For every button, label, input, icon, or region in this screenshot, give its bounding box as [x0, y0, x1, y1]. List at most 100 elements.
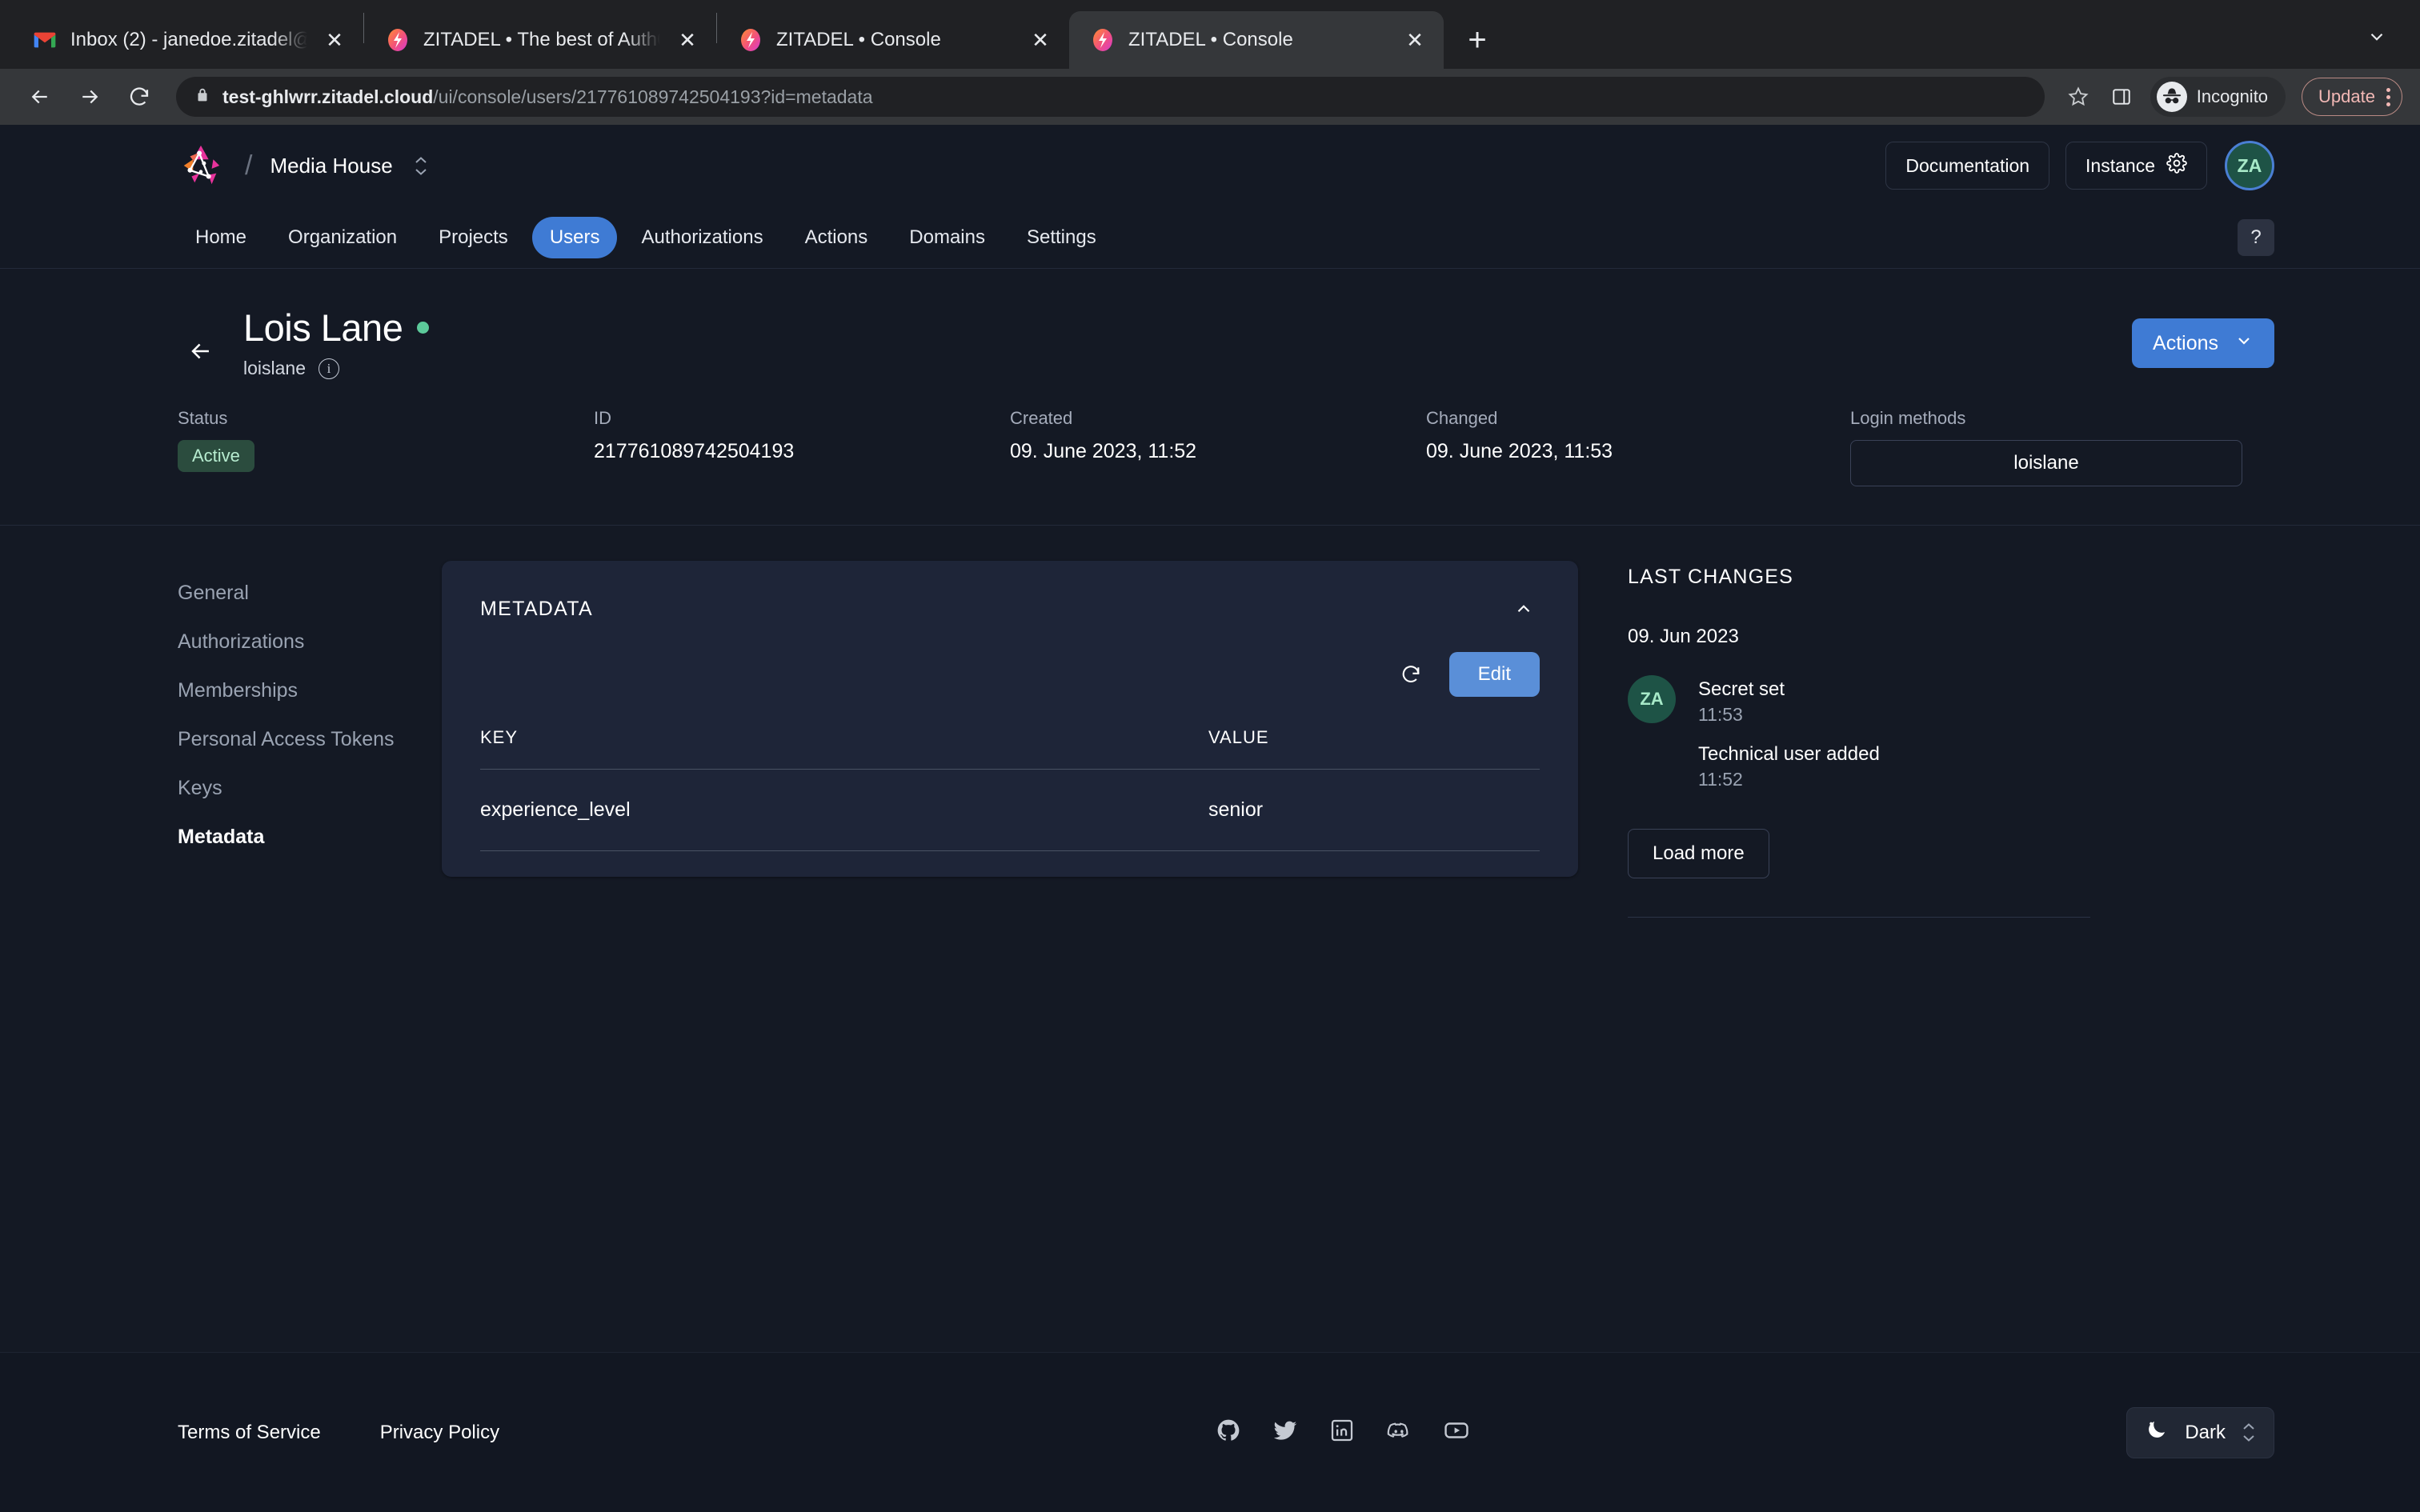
table-row[interactable]: experience_level senior	[480, 770, 1540, 851]
avatar: ZA	[1628, 675, 1676, 723]
zitadel-logo-icon[interactable]	[178, 142, 224, 189]
edit-button[interactable]: Edit	[1448, 652, 1540, 697]
update-button[interactable]: Update	[2302, 78, 2402, 116]
tab-strip: Inbox (2) - janedoe.zitadel@gm ✕ ZITADEL…	[0, 0, 2420, 69]
url-domain: test-ghlwrr.zitadel.cloud	[222, 86, 434, 107]
sidebar-item-keys[interactable]: Keys	[178, 764, 442, 813]
sidebar-item-memberships[interactable]: Memberships	[178, 666, 442, 715]
chevron-down-icon	[2234, 331, 2254, 356]
chevron-up-icon[interactable]	[1508, 593, 1540, 625]
sidebar-item-personal-access-tokens[interactable]: Personal Access Tokens	[178, 715, 442, 764]
social-links	[1216, 1417, 1470, 1448]
discord-icon[interactable]	[1385, 1417, 1412, 1448]
close-icon[interactable]: ✕	[320, 26, 349, 54]
avatar[interactable]: ZA	[2225, 141, 2274, 190]
new-tab-button[interactable]: +	[1455, 18, 1500, 62]
incognito-label: Incognito	[2196, 86, 2269, 106]
help-icon[interactable]: ?	[2238, 218, 2274, 256]
nav-item-domains[interactable]: Domains	[891, 217, 1003, 258]
brand-area[interactable]: / Media House	[178, 142, 428, 189]
column-header-value: VALUE	[1208, 727, 1269, 747]
linkedin-icon[interactable]	[1329, 1418, 1355, 1447]
load-more-button[interactable]: Load more	[1628, 829, 1769, 878]
bookmark-star-icon[interactable]	[2059, 78, 2097, 116]
info-id: ID 217761089742504193	[594, 408, 1010, 486]
info-label: Login methods	[1850, 408, 1966, 428]
page-title: Lois Lane	[243, 306, 403, 349]
org-switcher-icon[interactable]	[414, 156, 428, 175]
info-icon[interactable]: i	[319, 358, 339, 379]
privacy-policy-link[interactable]: Privacy Policy	[380, 1422, 499, 1444]
browser-tab[interactable]: ZITADEL • Console ✕	[717, 11, 1069, 69]
reload-button-icon[interactable]	[117, 74, 162, 119]
close-icon[interactable]: ✕	[1026, 26, 1055, 54]
back-arrow-icon[interactable]	[178, 328, 224, 374]
actions-button[interactable]: Actions	[2132, 318, 2274, 368]
user-subtitle-row: loislane i	[243, 358, 429, 379]
user-side-menu: General Authorizations Memberships Perso…	[178, 561, 442, 918]
last-changes-title: LAST CHANGES	[1628, 566, 1794, 588]
last-changes-entry: ZA Secret set 11:53 Technical user added…	[1628, 675, 2090, 790]
info-changed: Changed 09. June 2023, 11:53	[1426, 408, 1850, 486]
theme-selector[interactable]: Dark	[2126, 1406, 2275, 1458]
tab-title: ZITADEL • Console	[776, 29, 941, 50]
theme-switch-icon[interactable]	[2242, 1423, 2256, 1442]
sidebar-item-general[interactable]: General	[178, 569, 442, 618]
actions-label: Actions	[2153, 331, 2218, 354]
side-panel-icon[interactable]	[2102, 78, 2141, 116]
app-header: / Media House Documentation Instance ZA	[0, 125, 2420, 206]
sidebar-item-authorizations[interactable]: Authorizations	[178, 618, 442, 666]
nav-item-users[interactable]: Users	[531, 216, 618, 258]
chrome-menu-icon[interactable]	[2386, 87, 2390, 106]
update-label: Update	[2318, 86, 2375, 106]
info-label: Status	[178, 408, 228, 428]
documentation-button[interactable]: Documentation	[1885, 142, 2050, 190]
nav-item-home[interactable]: Home	[178, 217, 264, 258]
browser-tab[interactable]: ZITADEL • The best of Auth0 a ✕	[364, 11, 716, 69]
metadata-card-header: METADATA	[480, 593, 1540, 625]
cell-key: experience_level	[480, 798, 631, 821]
chevron-down-icon[interactable]	[2354, 14, 2399, 59]
nav-item-settings[interactable]: Settings	[1009, 217, 1114, 258]
nav-item-authorizations[interactable]: Authorizations	[623, 217, 780, 258]
address-bar[interactable]: test-ghlwrr.zitadel.cloud/ui/console/use…	[176, 77, 2045, 117]
main-nav: Home Organization Projects Users Authori…	[0, 206, 2420, 269]
user-login-name: loislane	[243, 358, 306, 378]
moon-icon	[2145, 1418, 2169, 1447]
event-title: Technical user added	[1698, 743, 1880, 765]
info-status: Status Active	[178, 408, 594, 486]
nav-item-actions[interactable]: Actions	[787, 217, 886, 258]
youtube-icon[interactable]	[1443, 1417, 1470, 1448]
github-icon[interactable]	[1216, 1418, 1241, 1447]
lock-icon	[194, 86, 211, 108]
info-label: ID	[594, 408, 611, 428]
login-method-chip[interactable]: loislane	[1850, 440, 2242, 486]
close-icon[interactable]: ✕	[673, 26, 702, 54]
instance-label: Instance	[2085, 154, 2155, 176]
brand-separator: /	[245, 150, 253, 181]
back-button-icon[interactable]	[18, 74, 62, 119]
nav-item-organization[interactable]: Organization	[270, 217, 415, 258]
twitter-icon[interactable]	[1272, 1417, 1299, 1448]
forward-button-icon[interactable]	[67, 74, 112, 119]
user-header: Lois Lane loislane i Actions	[0, 269, 2420, 379]
event-time: 11:53	[1698, 704, 1743, 725]
content-area: General Authorizations Memberships Perso…	[0, 526, 2420, 918]
nav-item-projects[interactable]: Projects	[421, 217, 526, 258]
divider	[1628, 917, 2090, 918]
sidebar-item-metadata[interactable]: Metadata	[178, 813, 442, 862]
tab-title: ZITADEL • Console	[1128, 29, 1293, 50]
metadata-card-actions: Edit	[480, 652, 1540, 697]
zitadel-console: / Media House Documentation Instance ZA …	[0, 125, 2420, 1512]
cell-value: senior	[1208, 798, 1264, 821]
main-column: METADATA Edit KEY VALUE experience_level…	[442, 561, 1578, 918]
browser-tab-active[interactable]: ZITADEL • Console ✕	[1069, 11, 1444, 69]
browser-chrome: Inbox (2) - janedoe.zitadel@gm ✕ ZITADEL…	[0, 0, 2420, 125]
terms-of-service-link[interactable]: Terms of Service	[178, 1422, 321, 1444]
instance-button[interactable]: Instance	[2065, 142, 2207, 190]
incognito-indicator[interactable]: Incognito	[2150, 77, 2286, 117]
close-icon[interactable]: ✕	[1400, 26, 1429, 54]
refresh-icon[interactable]	[1393, 657, 1428, 692]
user-name-row: Lois Lane	[243, 306, 430, 350]
browser-tab[interactable]: Inbox (2) - janedoe.zitadel@gm ✕	[11, 11, 363, 69]
